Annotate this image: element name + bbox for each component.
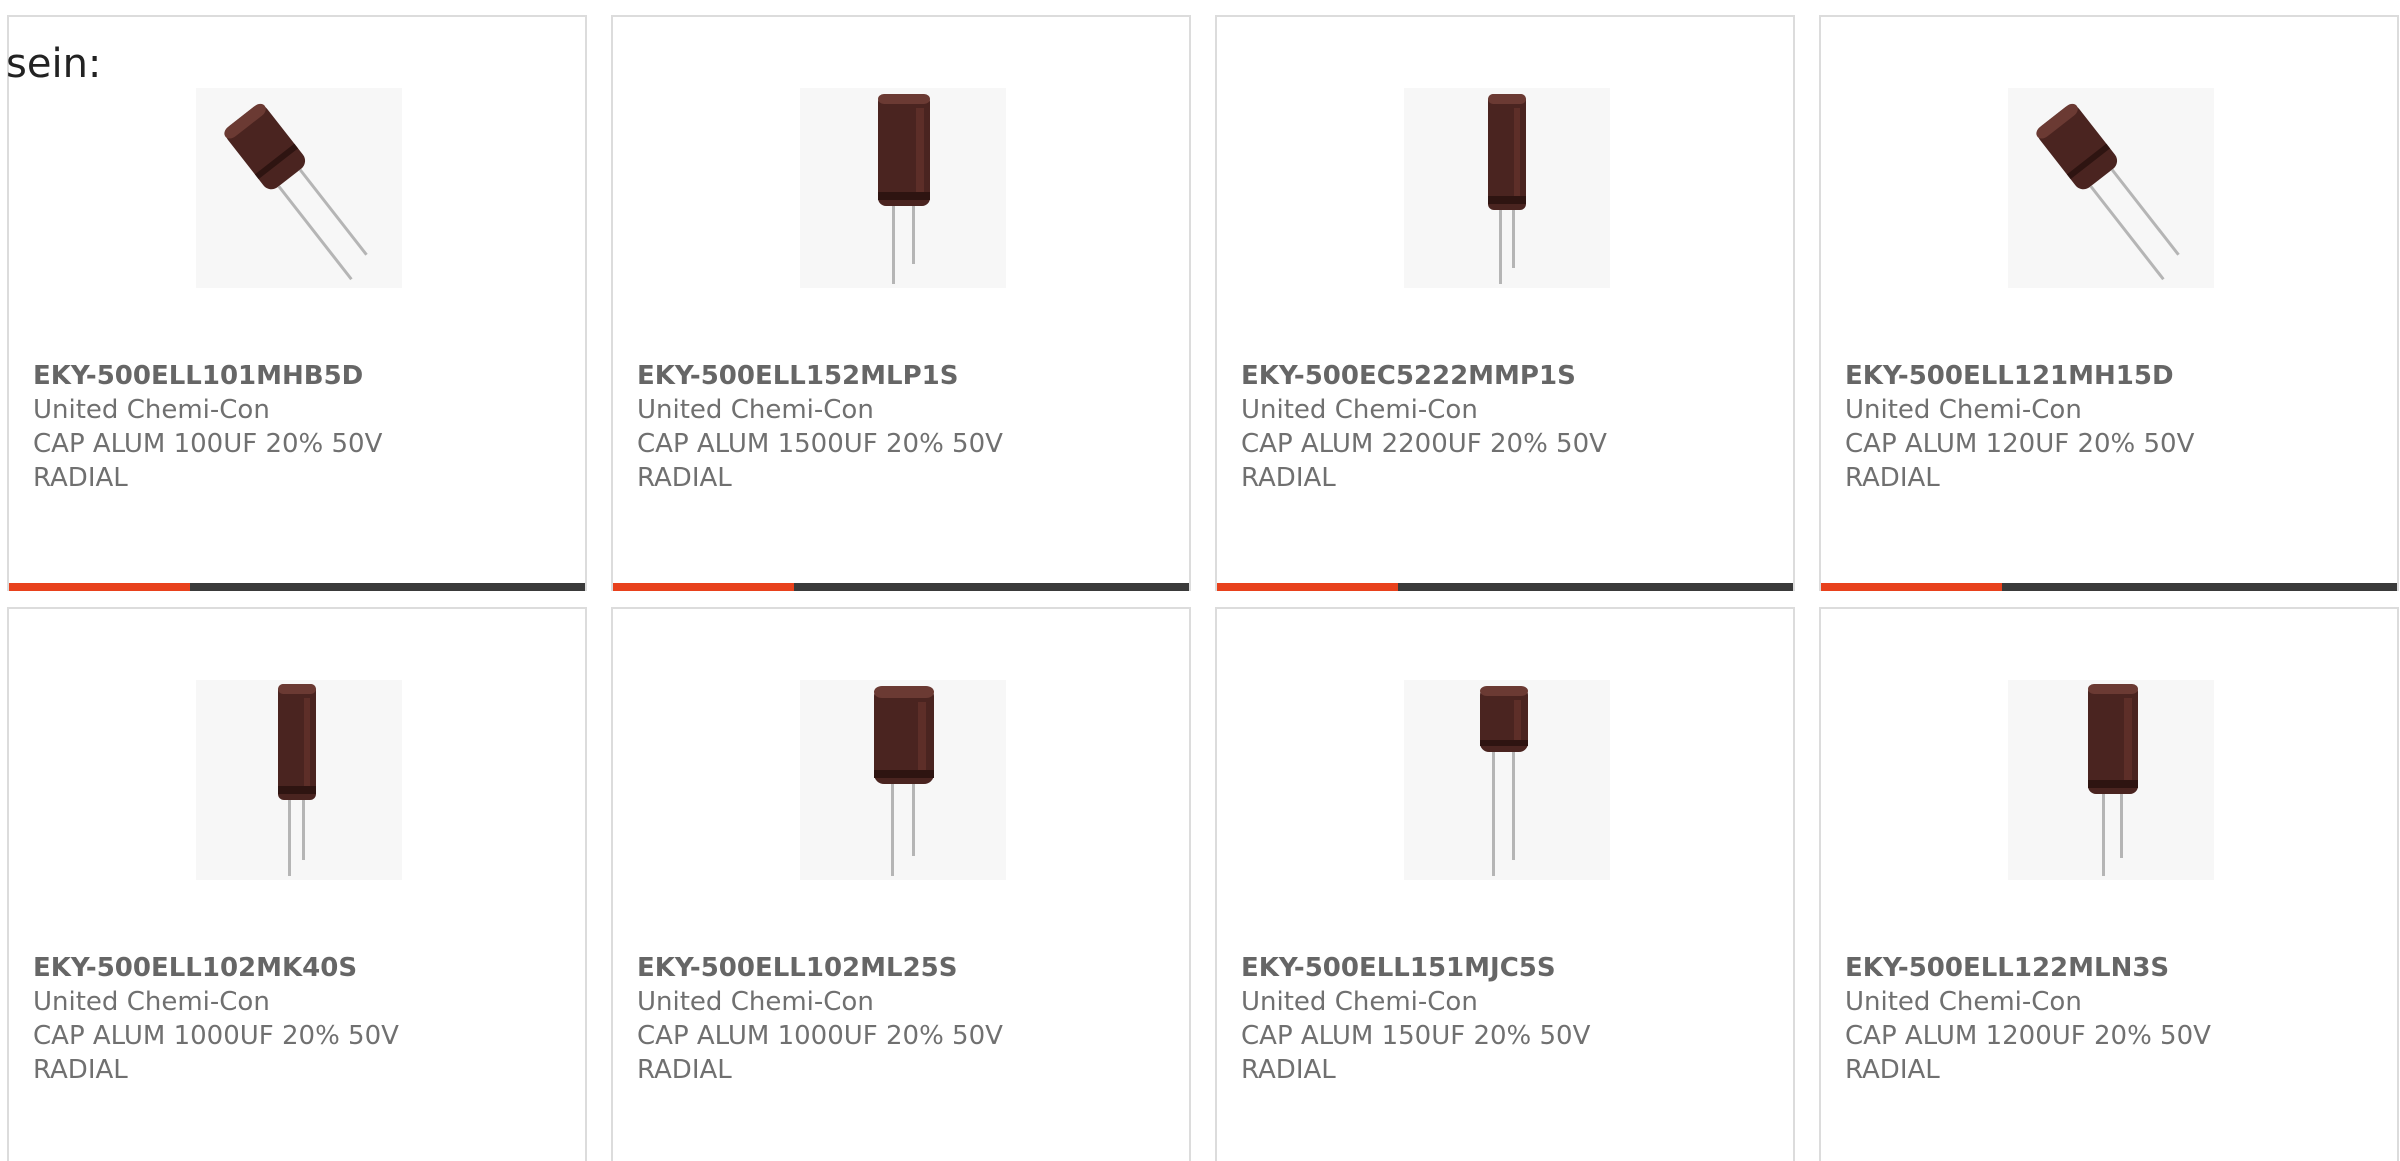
product-card[interactable]: EKY-500ELL122MLN3S United Chemi-Con CAP … <box>1819 607 2399 1161</box>
description-package: RADIAL <box>637 463 732 493</box>
manufacturer: United Chemi-Con <box>1241 395 1478 425</box>
intro-text: sein: <box>6 41 102 87</box>
capacitor-wide-icon[interactable] <box>800 680 1006 880</box>
part-number-link[interactable]: EKY-500EC5222MMP1S <box>1241 359 1781 393</box>
description: CAP ALUM 1200UF 20% 50V <box>1845 1021 2211 1051</box>
capacitor-short-icon[interactable] <box>1404 680 1610 880</box>
description: CAP ALUM 100UF 20% 50V <box>33 429 383 459</box>
capacitor-slim-icon[interactable] <box>1404 88 1610 288</box>
product-grid: EKY-500ELL101MHB5D United Chemi-Con CAP … <box>7 15 2400 1161</box>
product-info: EKY-500ELL102ML25S United Chemi-Con CAP … <box>637 951 1177 1087</box>
part-number-link[interactable]: EKY-500ELL102ML25S <box>637 951 1177 985</box>
part-number-link[interactable]: EKY-500ELL122MLN3S <box>1845 951 2385 985</box>
product-info: EKY-500ELL101MHB5D United Chemi-Con CAP … <box>33 359 573 495</box>
manufacturer: United Chemi-Con <box>637 987 874 1017</box>
manufacturer: United Chemi-Con <box>637 395 874 425</box>
product-info: EKY-500ELL121MH15D United Chemi-Con CAP … <box>1845 359 2385 495</box>
product-grid-page: sein: EKY-500ELL101MHB5D United Chemi-Co… <box>0 0 2400 1161</box>
manufacturer: United Chemi-Con <box>1845 395 2082 425</box>
manufacturer: United Chemi-Con <box>1845 987 2082 1017</box>
product-card[interactable]: EKY-500ELL102ML25S United Chemi-Con CAP … <box>611 607 1191 1161</box>
description: CAP ALUM 1000UF 20% 50V <box>33 1021 399 1051</box>
description: CAP ALUM 2200UF 20% 50V <box>1241 429 1607 459</box>
part-number-link[interactable]: EKY-500ELL101MHB5D <box>33 359 573 393</box>
card-progress-bar <box>9 583 585 591</box>
capacitor-tilted-icon[interactable] <box>196 88 402 288</box>
description-package: RADIAL <box>1241 463 1336 493</box>
card-progress-bar <box>1217 583 1793 591</box>
description: CAP ALUM 150UF 20% 50V <box>1241 1021 1591 1051</box>
part-number-link[interactable]: EKY-500ELL102MK40S <box>33 951 573 985</box>
card-progress-accent <box>1217 583 1398 591</box>
description: CAP ALUM 1500UF 20% 50V <box>637 429 1003 459</box>
product-info: EKY-500ELL152MLP1S United Chemi-Con CAP … <box>637 359 1177 495</box>
card-progress-accent <box>613 583 794 591</box>
card-progress-accent <box>9 583 190 591</box>
part-number-link[interactable]: EKY-500ELL152MLP1S <box>637 359 1177 393</box>
product-card[interactable]: EKY-500ELL151MJC5S United Chemi-Con CAP … <box>1215 607 1795 1161</box>
description-package: RADIAL <box>33 463 128 493</box>
description: CAP ALUM 1000UF 20% 50V <box>637 1021 1003 1051</box>
card-progress-bar <box>613 583 1189 591</box>
description-package: RADIAL <box>33 1055 128 1085</box>
description-package: RADIAL <box>1241 1055 1336 1085</box>
capacitor-tilted-icon[interactable] <box>2008 88 2214 288</box>
product-info: EKY-500ELL122MLN3S United Chemi-Con CAP … <box>1845 951 2385 1087</box>
product-info: EKY-500EC5222MMP1S United Chemi-Con CAP … <box>1241 359 1781 495</box>
description: CAP ALUM 120UF 20% 50V <box>1845 429 2195 459</box>
card-progress-bar <box>1821 583 2397 591</box>
description-package: RADIAL <box>1845 463 1940 493</box>
part-number-link[interactable]: EKY-500ELL151MJC5S <box>1241 951 1781 985</box>
product-card[interactable]: EKY-500ELL152MLP1S United Chemi-Con CAP … <box>611 15 1191 591</box>
product-card[interactable]: EKY-500EC5222MMP1S United Chemi-Con CAP … <box>1215 15 1795 591</box>
capacitor-slim-icon[interactable] <box>196 680 402 880</box>
card-progress-accent <box>1821 583 2002 591</box>
part-number-link[interactable]: EKY-500ELL121MH15D <box>1845 359 2385 393</box>
product-info: EKY-500ELL151MJC5S United Chemi-Con CAP … <box>1241 951 1781 1087</box>
capacitor-tall-icon[interactable] <box>2008 680 2214 880</box>
capacitor-tall-icon[interactable] <box>800 88 1006 288</box>
product-info: EKY-500ELL102MK40S United Chemi-Con CAP … <box>33 951 573 1087</box>
description-package: RADIAL <box>637 1055 732 1085</box>
product-card[interactable]: EKY-500ELL102MK40S United Chemi-Con CAP … <box>7 607 587 1161</box>
product-card[interactable]: EKY-500ELL121MH15D United Chemi-Con CAP … <box>1819 15 2399 591</box>
product-card[interactable]: EKY-500ELL101MHB5D United Chemi-Con CAP … <box>7 15 587 591</box>
description-package: RADIAL <box>1845 1055 1940 1085</box>
manufacturer: United Chemi-Con <box>1241 987 1478 1017</box>
manufacturer: United Chemi-Con <box>33 395 270 425</box>
manufacturer: United Chemi-Con <box>33 987 270 1017</box>
